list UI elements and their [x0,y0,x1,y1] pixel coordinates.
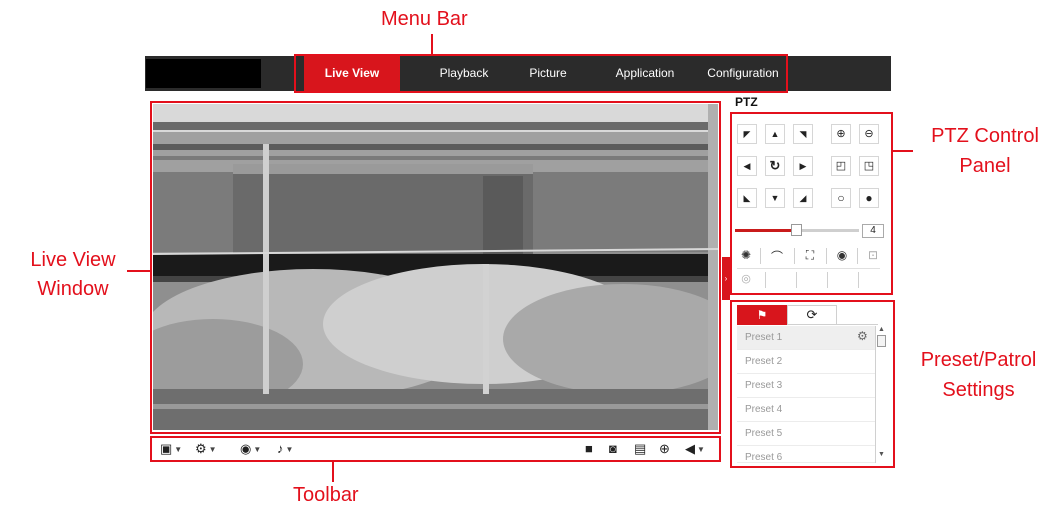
toolbar-highlight [150,436,721,462]
toolbar-callout-line [332,461,334,482]
ptz-title: PTZ [735,95,758,109]
menu-bar-annotation: Menu Bar [381,8,468,30]
preset-annotation-line1: Preset/Patrol [920,349,1037,371]
ptz-panel-highlight [730,112,893,295]
menu-bar-highlight [294,54,788,93]
toolbar-annotation: Toolbar [293,484,359,506]
live-view-annotation-line2: Window [37,278,109,300]
preset-annotation: Preset/Patrol Settings [900,345,1057,405]
preset-panel-highlight [730,300,895,468]
ptz-annotation: PTZ Control Panel [915,121,1055,181]
ptz-callout-line [893,150,913,152]
live-view-highlight [150,101,721,434]
panel-collapse-handle[interactable]: › [722,257,730,300]
menu-bar-callout-line [431,34,433,55]
ptz-annotation-line2: Panel [959,155,1011,177]
live-view-annotation-line1: Live View [30,249,116,271]
preset-annotation-line2: Settings [942,379,1015,401]
brand-logo [146,59,261,88]
ptz-annotation-line1: PTZ Control [931,125,1039,147]
live-view-annotation: Live View Window [8,246,138,304]
live-view-callout-line [127,270,150,272]
